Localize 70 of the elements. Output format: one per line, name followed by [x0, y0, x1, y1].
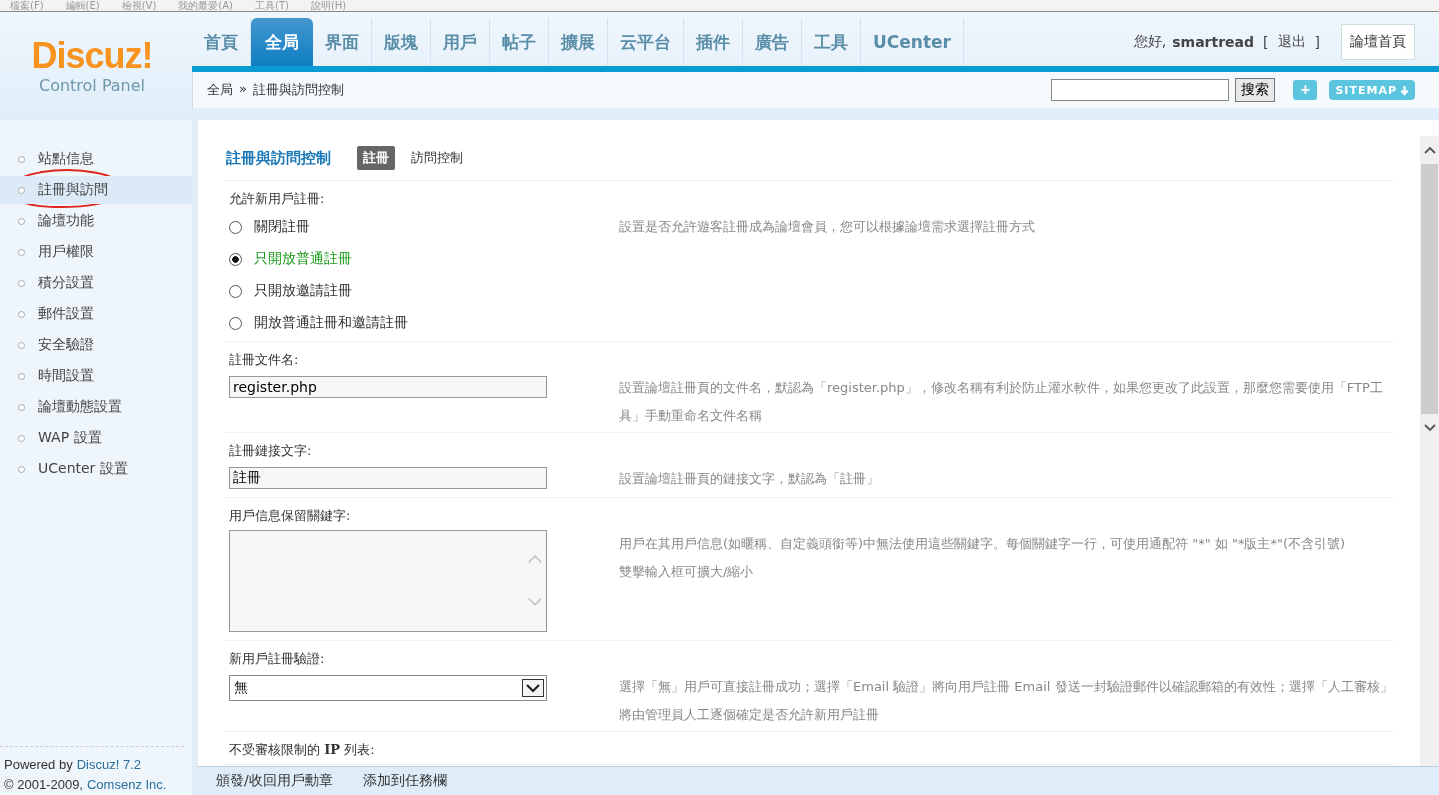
nav-tab[interactable]: 全局	[251, 18, 313, 66]
bracket-text: [	[1263, 34, 1269, 50]
bullet-icon	[18, 465, 25, 473]
sidebar-item[interactable]: 郵件設置	[0, 300, 192, 328]
down-arrow-icon	[1400, 84, 1409, 96]
radio-option[interactable]: 只開放邀請註冊	[229, 275, 549, 307]
logout-link[interactable]: 退出	[1277, 33, 1306, 51]
taskbar-link[interactable]: 添加到任務欄	[362, 772, 447, 790]
tab[interactable]: 註冊	[357, 146, 395, 170]
bullet-icon	[18, 434, 25, 442]
powered-by-text: Powered by	[4, 756, 73, 774]
sidebar-item[interactable]: 安全驗證	[0, 331, 192, 359]
bullet-icon	[18, 310, 25, 318]
scroll-down-icon[interactable]	[1422, 423, 1437, 433]
sidebar-item[interactable]: UCenter 設置	[0, 455, 192, 483]
setting-label: 註冊鏈接文字:	[229, 442, 313, 460]
setting-description: 雙擊輸入框可擴大/縮小	[619, 563, 755, 581]
scroll-up-icon[interactable]	[1422, 145, 1437, 155]
setting-description: 選擇「無」用戶可直接註冊成功；選擇「Email 驗證」將向用戶註冊 Email 發送一封驗證郵件以確認郵箱的有效性；選擇「人工審核」將由管理員人工逐個確定是否允許新用戶註冊	[619, 678, 1394, 724]
setting-label: 不受審核限制的 IP 列表:	[229, 741, 376, 759]
bullet-icon	[18, 372, 25, 380]
username: smartread	[1172, 34, 1255, 50]
bullet-icon	[18, 341, 25, 349]
setting-label: 新用戶註冊驗證:	[229, 650, 326, 668]
scrollbar[interactable]	[1420, 136, 1439, 766]
setting-label: 允許新用戶註冊:	[229, 190, 326, 208]
radio-option[interactable]: 只開放普通註冊	[229, 243, 549, 275]
logo-subtitle: Control Panel	[37, 76, 147, 96]
radio-option[interactable]: 開放普通註冊和邀請註冊	[229, 307, 549, 339]
company-link[interactable]: Comsenz Inc.	[87, 775, 167, 795]
sidebar-item[interactable]: 論壇動態設置	[0, 393, 192, 421]
breadcrumb-link[interactable]: 全局	[207, 81, 233, 99]
setting-label: 用戶信息保留關鍵字:	[229, 507, 352, 525]
taskbar-link[interactable]: 頒發/收回用戶勳章	[216, 772, 333, 790]
text-field[interactable]: register.php	[229, 376, 547, 398]
setting-description: 設置論壇註冊頁的鏈接文字，默認為「註冊」	[619, 470, 880, 488]
sidebar-item[interactable]: 註冊與訪問	[0, 176, 192, 204]
text-area[interactable]	[229, 530, 547, 632]
setting-description: 設置是否允許遊客註冊成為論壇會員，您可以根據論壇需求選擇註冊方式	[619, 218, 1036, 236]
bracket-text: ]	[1314, 34, 1320, 50]
bullet-icon	[18, 155, 25, 163]
chevron-down-icon	[522, 679, 544, 697]
greeting-text: 您好,	[1133, 33, 1167, 51]
setting-label: 註冊文件名:	[229, 351, 300, 369]
tab[interactable]: 訪問控制	[405, 146, 469, 170]
setting-description: 用戶在其用戶信息(如暱稱、自定義頭銜等)中無法使用這些關鍵字。每個關鍵字一行，可使用通配符 "*" 如 "*版主*"(不含引號)	[619, 535, 1347, 553]
sidebar-item[interactable]: 論壇功能	[0, 207, 192, 235]
page-title: 註冊與訪問控制	[226, 148, 331, 168]
forum-home-button[interactable]: 論壇首頁	[1341, 24, 1415, 60]
sidebar-item[interactable]: 時間設置	[0, 362, 192, 390]
setting-description: 設置論壇註冊頁的文件名，默認為「register.php」，修改名稱有利於防止灌水軟件，如果您更改了此設置，那麼您需要使用「FTP工具」手動重命名文件名稱	[619, 379, 1384, 425]
radio-option[interactable]: 關閉註冊	[229, 211, 549, 243]
sidebar-item[interactable]: WAP 設置	[0, 424, 192, 452]
text-field[interactable]: 註冊	[229, 467, 547, 489]
sidebar-item[interactable]: 站點信息	[0, 145, 192, 173]
dropdown[interactable]: 無	[229, 675, 547, 701]
copyright-text: © 2001-2009,	[4, 776, 83, 794]
search-field[interactable]	[1051, 79, 1230, 101]
bullet-icon	[18, 217, 25, 225]
search-button[interactable]: 搜索	[1235, 78, 1276, 102]
brand-link[interactable]: Discuz! 7.2	[76, 755, 141, 775]
logo-wordmark: Discuz!	[30, 36, 154, 76]
breadcrumb-current: 註冊與訪問控制	[252, 81, 344, 99]
bullet-icon	[18, 279, 25, 287]
breadcrumb-separator: »	[239, 81, 247, 98]
sidebar-item[interactable]: 用戶權限	[0, 238, 192, 266]
bullet-icon	[18, 403, 25, 411]
bullet-icon	[18, 186, 25, 194]
bullet-icon	[18, 248, 25, 256]
sidebar-item[interactable]: 積分設置	[0, 269, 192, 297]
